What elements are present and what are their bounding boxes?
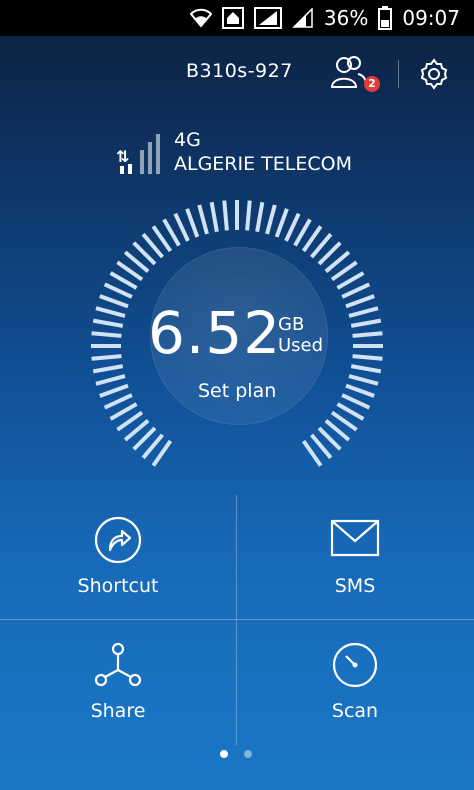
usage-unit-used: Used [278,335,324,356]
gauge-tick [352,354,383,361]
shortcut-tile[interactable]: Shortcut [0,495,236,619]
gauge-tick [95,374,126,386]
gauge-tick [185,208,200,238]
signal-box-icon [253,7,282,29]
gauge-tick [345,383,375,398]
usage-unit: GB Used [278,314,323,356]
usage-value: 6.52 [148,299,282,367]
device-name[interactable]: B310s-927 [186,60,293,82]
header-divider [398,60,399,88]
gauge-tick [348,374,379,386]
gauge-tick [103,282,133,299]
settings-button[interactable] [418,58,450,90]
network-type: 4G [174,129,201,151]
page-dot[interactable] [244,750,252,758]
users-count-badge: 2 [364,76,380,92]
network-status: ⇅ 4G ALGERIE TELECOM [116,128,416,176]
gauge-tick [341,393,371,410]
share-label: Share [90,700,146,722]
gauge-tick [352,331,383,338]
gauge-tick [348,306,379,318]
page-indicator [216,750,260,760]
gauge-tick [103,393,133,410]
gauge-tick [274,208,289,238]
sms-tile[interactable]: SMS [237,495,473,619]
gauge-tick [92,318,124,328]
clock: 09:07 [402,6,460,30]
gauge-tick [173,212,190,242]
gauge-tick [255,201,265,233]
gauge-tick [350,364,382,374]
signal-icon [292,8,313,28]
gauge-tick [222,200,229,231]
scan-tile[interactable]: Scan [237,620,473,744]
home-icon [221,7,244,29]
scan-label: Scan [331,700,379,722]
share-icon [94,642,142,687]
shortcut-label: Shortcut [77,575,159,597]
usage-unit-gb: GB [278,314,305,335]
scan-icon [332,642,378,688]
gauge-tick [91,354,122,361]
gauge-tick [209,201,219,233]
envelope-icon [330,519,380,557]
gauge-tick [197,204,209,235]
gauge-tick [91,331,122,338]
gauge-tick [245,200,252,231]
shortcut-icon [94,516,142,564]
svg-text:⇅: ⇅ [116,147,129,166]
gear-icon [420,58,448,90]
gauge-tick [92,364,124,374]
gauge-tick [341,282,371,299]
app-header: B310s-927 2 [0,44,474,104]
gauge-tick [99,294,129,309]
status-bar: 36% 09:07 [0,0,474,36]
share-tile[interactable]: Share [0,620,236,744]
connected-users-button[interactable]: 2 [330,54,380,98]
gauge-tick [350,318,382,328]
battery-percent: 36% [323,6,369,30]
gauge-tick [265,204,277,235]
wifi-icon [189,8,212,28]
page-dot-active[interactable] [220,750,228,758]
feature-grid: Shortcut SMS Share Scan [0,495,474,745]
network-signal-icon: ⇅ [116,134,160,174]
set-plan-link[interactable]: Set plan [198,380,276,402]
gauge-tick [99,383,129,398]
battery-icon [378,6,393,30]
gauge-tick [345,294,375,309]
gauge-tick [284,212,301,242]
network-operator: ALGERIE TELECOM [174,153,352,175]
gauge-tick [95,306,126,318]
sms-label: SMS [334,575,376,597]
